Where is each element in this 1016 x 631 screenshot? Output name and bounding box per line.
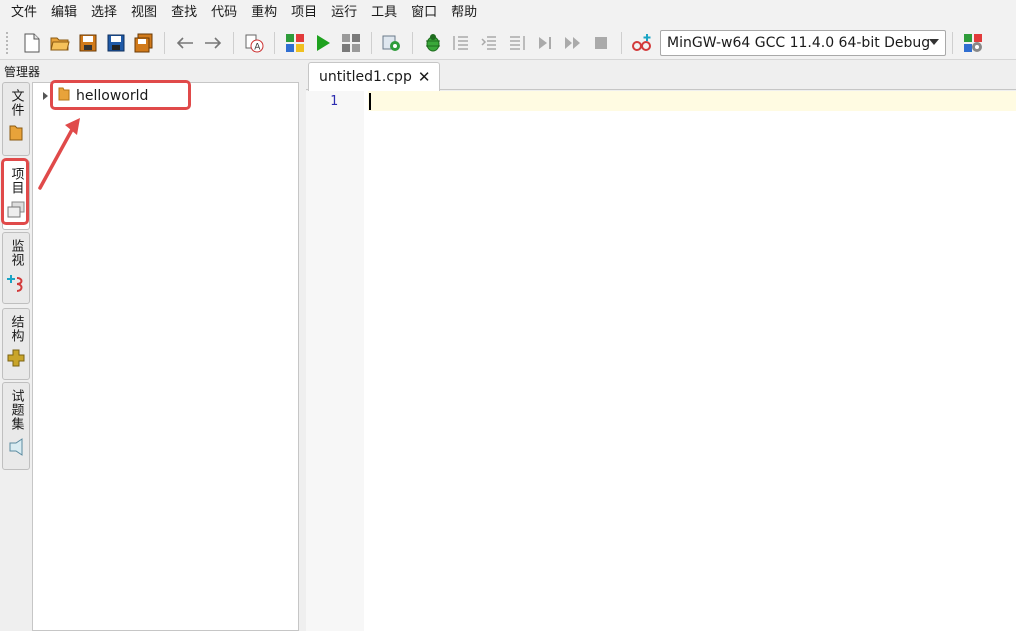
step-over-icon[interactable] <box>477 31 501 55</box>
structure-icon <box>7 349 25 371</box>
stop-icon[interactable] <box>589 31 613 55</box>
menu-refactor[interactable]: 重构 <box>244 0 284 26</box>
run-to-cursor-icon[interactable] <box>533 31 557 55</box>
tab-files[interactable]: 文件 <box>2 82 30 156</box>
toolbar-separator <box>412 31 413 54</box>
menu-project[interactable]: 项目 <box>284 0 324 26</box>
annotation-highlight-project-item <box>50 80 191 110</box>
menu-select[interactable]: 选择 <box>84 0 124 26</box>
add-watch-icon[interactable] <box>630 31 654 55</box>
save-icon[interactable] <box>76 31 100 55</box>
undo-arrow-icon[interactable] <box>173 31 197 55</box>
menu-tools[interactable]: 工具 <box>364 0 404 26</box>
step-into-icon[interactable] <box>449 31 473 55</box>
redo-arrow-icon[interactable] <box>201 31 225 55</box>
new-file-icon[interactable] <box>20 31 44 55</box>
tab-problem-set[interactable]: 试题集 <box>2 382 30 470</box>
toolbar-separator <box>233 31 234 54</box>
toolbar-separator <box>621 31 622 54</box>
menu-window[interactable]: 窗口 <box>404 0 444 26</box>
close-icon[interactable]: ✕ <box>418 69 431 85</box>
run-icon[interactable] <box>311 31 335 55</box>
compile-run-icon[interactable] <box>339 31 363 55</box>
step-out-icon[interactable] <box>505 31 529 55</box>
compiler-options-icon[interactable] <box>961 31 985 55</box>
menu-find[interactable]: 查找 <box>164 0 204 26</box>
save-all-icon[interactable] <box>132 31 156 55</box>
save-as-icon[interactable] <box>104 31 128 55</box>
font-settings-icon[interactable]: A <box>242 31 266 55</box>
problem-set-icon <box>7 437 25 461</box>
tab-structure-label: 结构 <box>8 315 24 343</box>
menu-bar: 文件 编辑 选择 视图 查找 代码 重构 项目 运行 工具 窗口 帮助 <box>0 0 1016 26</box>
compiler-select-value: MinGW-w64 GCC 11.4.0 64-bit Debug <box>667 34 931 51</box>
menu-file[interactable]: 文件 <box>4 0 44 26</box>
tree-expander-icon[interactable] <box>43 92 48 100</box>
tab-files-label: 文件 <box>8 89 24 117</box>
compile-icon[interactable] <box>283 31 307 55</box>
toolbar-separator <box>952 31 953 54</box>
toolbar-separator <box>164 31 165 54</box>
tab-watch[interactable]: 监视 <box>2 232 30 304</box>
svg-text:A: A <box>254 42 261 52</box>
code-editor[interactable]: 1 <box>306 91 1016 631</box>
text-caret <box>369 93 371 110</box>
manager-title: 管理器 <box>4 65 41 79</box>
line-number-gutter: 1 <box>306 91 364 631</box>
toolbar-separator <box>274 31 275 54</box>
compiler-select[interactable]: MinGW-w64 GCC 11.4.0 64-bit Debug <box>660 29 946 56</box>
menu-run[interactable]: 运行 <box>324 0 364 26</box>
debug-bug-icon[interactable] <box>421 31 445 55</box>
annotation-arrow-icon <box>38 118 80 190</box>
watch-icon <box>7 273 25 297</box>
annotation-highlight-project-tab <box>1 158 29 225</box>
toolbar-grip[interactable] <box>6 31 12 54</box>
editor-tab-title: untitled1.cpp <box>319 69 412 85</box>
chevron-down-icon <box>929 38 939 45</box>
open-folder-icon[interactable] <box>48 31 72 55</box>
menu-help[interactable]: 帮助 <box>444 0 484 26</box>
editor-tab[interactable]: untitled1.cpp ✕ <box>308 62 440 91</box>
menu-edit[interactable]: 编辑 <box>44 0 84 26</box>
folder-icon <box>9 123 23 145</box>
tab-problem-set-label: 试题集 <box>8 389 24 431</box>
tab-structure[interactable]: 结构 <box>2 308 30 380</box>
toolbar: A MinGW-w64 GCC 11.4.0 64-bit Debug <box>0 26 1016 60</box>
menu-code[interactable]: 代码 <box>204 0 244 26</box>
current-line-highlight <box>368 91 1016 111</box>
line-number: 1 <box>330 94 338 109</box>
editor-tab-bar: untitled1.cpp ✕ <box>306 60 1016 91</box>
options-icon[interactable] <box>380 31 404 55</box>
menu-view[interactable]: 视图 <box>124 0 164 26</box>
toolbar-separator <box>371 31 372 54</box>
continue-icon[interactable] <box>561 31 585 55</box>
tab-watch-label: 监视 <box>8 239 24 267</box>
